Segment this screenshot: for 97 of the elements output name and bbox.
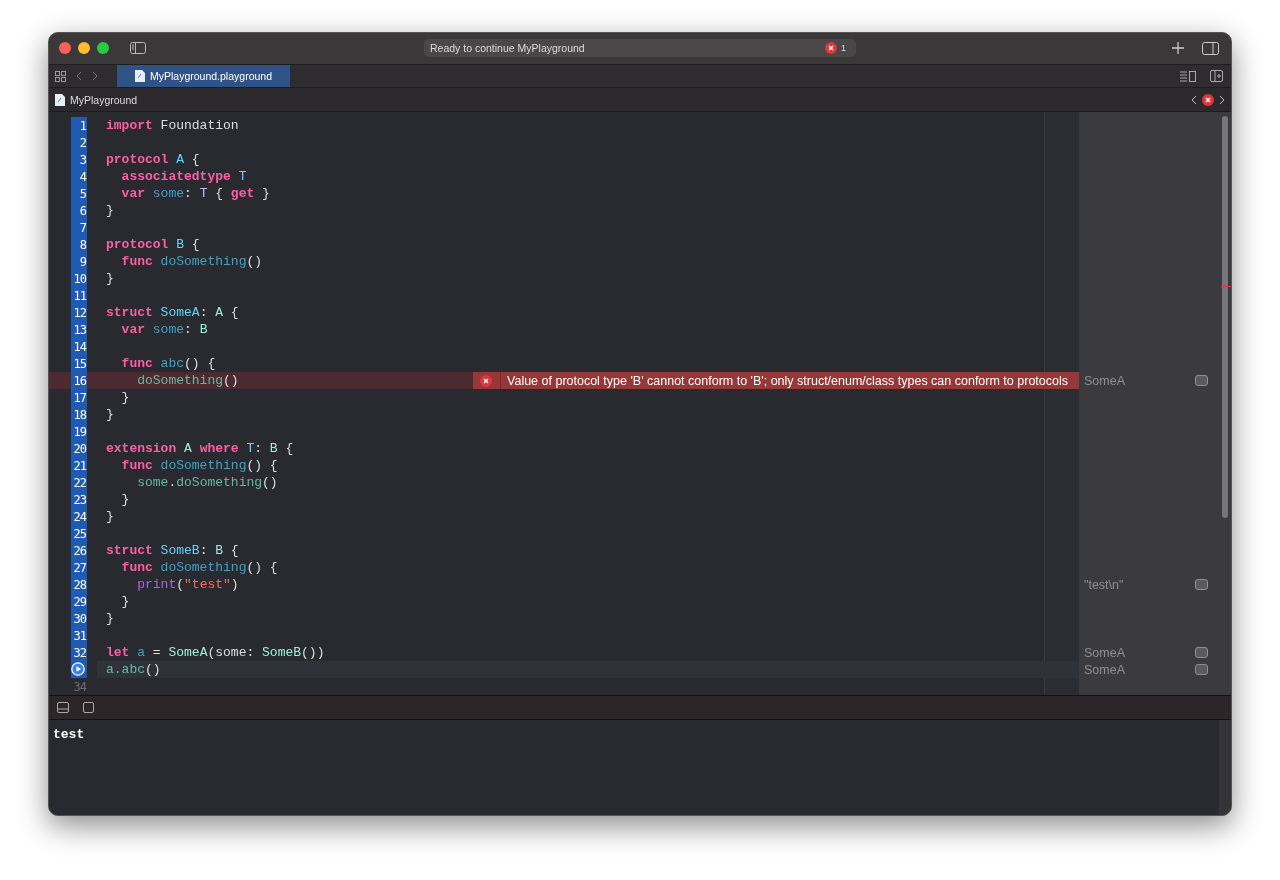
back-icon[interactable]: [76, 71, 82, 82]
code-line: func abc() {: [120, 356, 216, 372]
line-number: 34: [72, 678, 87, 696]
code-line: }: [106, 407, 114, 423]
scrollbar-thumb[interactable]: [1222, 116, 1228, 519]
line-number: 19: [71, 423, 87, 441]
line-number: 16: [71, 372, 87, 390]
breadcrumb-item[interactable]: MyPlayground: [70, 93, 138, 106]
quick-look-button[interactable]: [1195, 647, 1208, 659]
code-line: extension A where T: B {: [106, 441, 294, 457]
code-line: }: [106, 271, 114, 287]
code-line: import Foundation: [106, 118, 239, 134]
error-message: Value of protocol type 'B' cannot conform to 'B'; only struct/enum/class types can conform to protocols: [507, 373, 1068, 388]
code-line: var some: T { get }: [120, 186, 270, 202]
line-number: 5: [71, 185, 87, 203]
line-number: 11: [71, 287, 87, 305]
code-line: }: [120, 594, 130, 610]
close-button[interactable]: [59, 42, 71, 55]
code-line: }: [120, 492, 130, 508]
code-line: var some: B: [120, 322, 208, 338]
code-line: doSomething(): [136, 373, 239, 389]
line-number: 29: [71, 593, 87, 611]
issue-icon[interactable]: [1202, 93, 1214, 106]
line-number: 15: [71, 355, 87, 373]
error-icon: [825, 42, 837, 55]
line-number: 24: [71, 508, 87, 526]
file-icon: [55, 93, 65, 106]
line-number: 6: [71, 202, 87, 220]
line-number: 28: [71, 576, 87, 594]
line-number: 21: [71, 457, 87, 475]
code-line: protocol B {: [106, 237, 200, 253]
error-count[interactable]: 1: [841, 43, 846, 54]
code-line: protocol A {: [106, 152, 200, 168]
inspector-toggle-icon[interactable]: [1202, 41, 1219, 55]
error-icon: [480, 374, 492, 387]
code-line: }: [106, 203, 114, 219]
grid-icon[interactable]: [55, 70, 66, 82]
line-number: 18: [71, 406, 87, 424]
line-number: 31: [71, 627, 87, 645]
quick-look-button[interactable]: [1195, 664, 1208, 676]
line-number: 22: [71, 474, 87, 492]
zoom-button[interactable]: [97, 42, 109, 55]
line-number: 9: [71, 253, 87, 271]
tab-label: MyPlayground.playground: [150, 70, 272, 83]
file-tab[interactable]: MyPlayground.playground: [117, 64, 290, 88]
code-line: let a = SomeA(some: SomeB()): [106, 645, 325, 661]
run-button-icon[interactable]: [71, 662, 85, 677]
code-line: func doSomething(): [120, 254, 263, 270]
code-line: }: [106, 509, 114, 525]
editor-options-icon[interactable]: [1180, 70, 1196, 82]
console-toggle-icon[interactable]: [83, 702, 94, 714]
forward-icon[interactable]: [92, 71, 98, 82]
line-number: 7: [71, 219, 87, 237]
quick-look-button[interactable]: [1195, 579, 1208, 591]
code-line: struct SomeA: A {: [106, 305, 239, 321]
result-value: SomeA: [1084, 662, 1126, 677]
line-number: 26: [71, 542, 87, 560]
add-icon[interactable]: [1172, 42, 1184, 55]
line-number: 20: [71, 440, 87, 458]
code-line: }: [120, 390, 130, 406]
add-editor-icon[interactable]: [1210, 70, 1223, 83]
next-issue-icon[interactable]: [1219, 94, 1225, 105]
line-number: 27: [71, 559, 87, 577]
line-number: 17: [71, 389, 87, 407]
code-line: a.abc(): [106, 662, 161, 678]
hide-debug-area-icon[interactable]: [57, 702, 69, 714]
minimize-button[interactable]: [78, 42, 90, 55]
line-number: 4: [71, 168, 87, 186]
line-number: 8: [71, 236, 87, 254]
line-number: 3: [71, 151, 87, 169]
line-number: 14: [71, 338, 87, 356]
status-text: Ready to continue MyPlayground: [430, 42, 586, 55]
code-line: }: [106, 611, 114, 627]
result-value: "test\n": [1084, 577, 1125, 592]
line-number: 32: [71, 644, 87, 662]
line-number: 1: [71, 117, 87, 135]
line-number: 30: [71, 610, 87, 628]
code-line: func doSomething() {: [120, 458, 278, 474]
code-line: func doSomething() {: [120, 560, 278, 576]
code-line: struct SomeB: B {: [106, 543, 239, 559]
line-number: 10: [71, 270, 87, 288]
line-number: 25: [71, 525, 87, 543]
code-line: print("test"): [136, 577, 239, 593]
result-value: SomeA: [1084, 373, 1126, 388]
line-number: 23: [71, 491, 87, 509]
code-line: associatedtype T: [120, 169, 247, 185]
quick-look-button[interactable]: [1195, 375, 1208, 387]
console-output: test: [53, 727, 85, 743]
previous-issue-icon[interactable]: [1191, 94, 1197, 105]
sidebar-toggle-icon[interactable]: [130, 42, 146, 55]
result-value: SomeA: [1084, 645, 1126, 660]
line-number: 12: [71, 304, 87, 322]
file-icon: [135, 70, 145, 83]
line-number: 2: [71, 134, 87, 152]
code-line: some.doSomething(): [136, 475, 278, 491]
line-number: 13: [71, 321, 87, 339]
error-marker: [1221, 286, 1231, 288]
